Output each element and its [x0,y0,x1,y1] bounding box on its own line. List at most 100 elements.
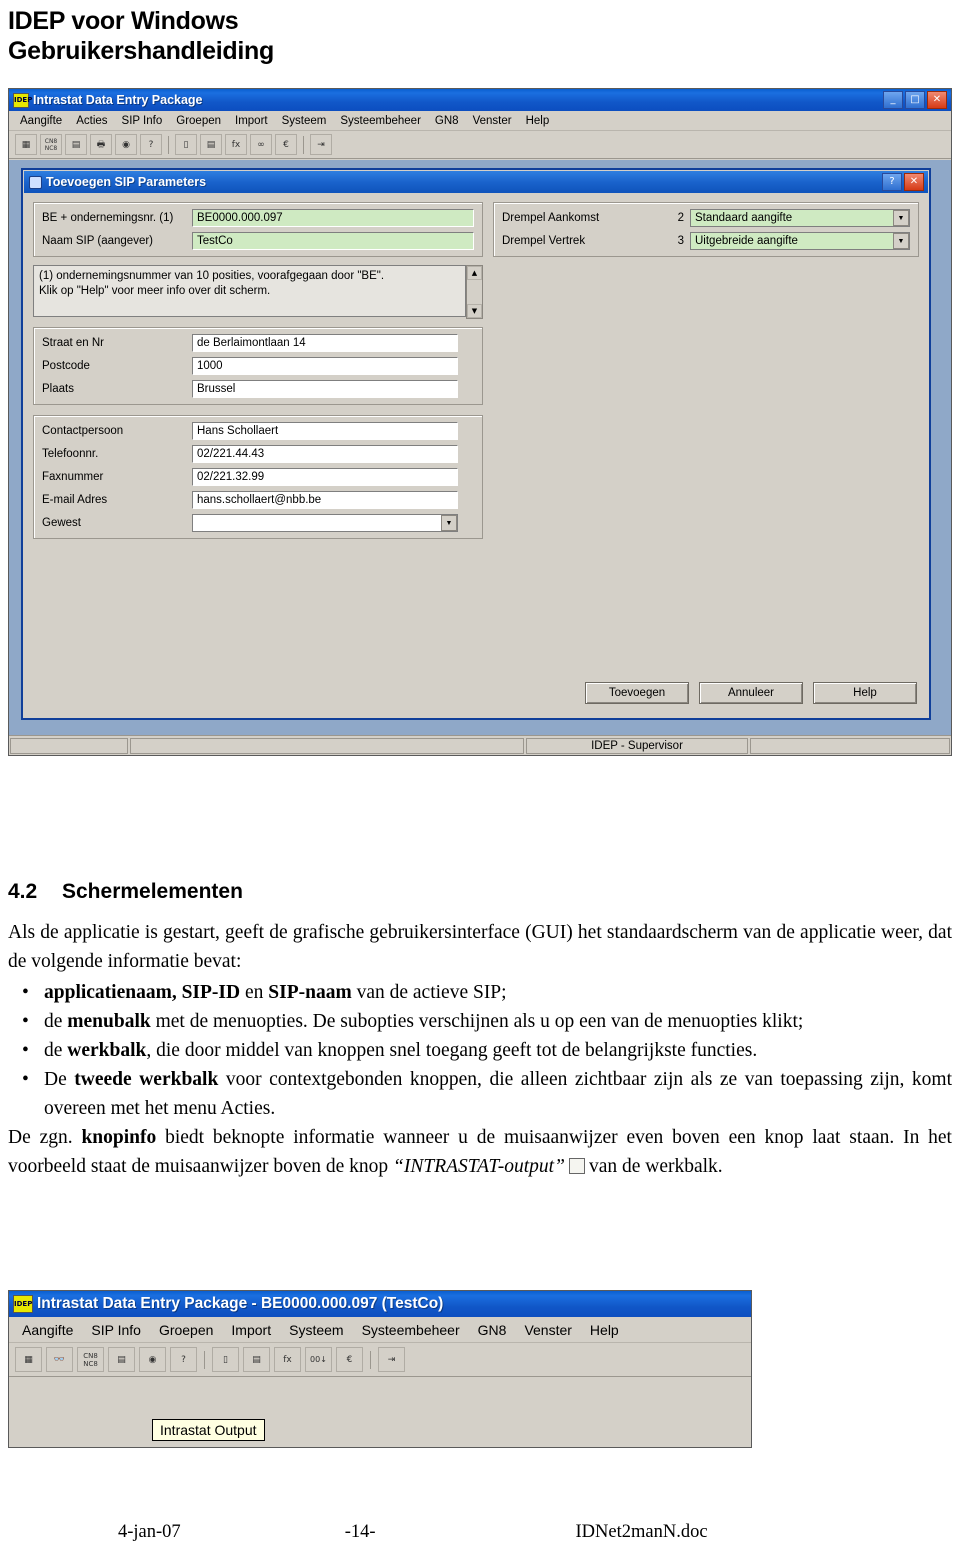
straat-label: Straat en Nr [42,337,104,349]
contactpersoon-input[interactable]: Hans Schollaert [192,422,458,440]
drempel-vertrek-select[interactable]: Uitgebreide aangifte ▼ [690,232,910,250]
scroll-down-icon[interactable]: ▼ [467,304,482,318]
tooltip-intrastat-output: Intrastat Output [152,1419,265,1441]
telefoon-input[interactable]: 02/221.44.43 [192,445,458,463]
chain-icon[interactable]: ∞ [250,134,272,155]
menu-item-systeembeheer[interactable]: Systeembeheer [353,1321,469,1339]
grid-icon[interactable]: ▦ [15,1347,42,1372]
menu-item-sip-info[interactable]: SIP Info [82,1321,150,1339]
menu-item-sip-info[interactable]: SIP Info [115,114,170,128]
menu-item-systeembeheer[interactable]: Systeembeheer [333,114,428,128]
menu-item-systeem[interactable]: Systeem [275,114,334,128]
export-icon[interactable]: ⇥ [378,1347,405,1372]
copy-icon[interactable]: ▯ [175,134,197,155]
field-row-fax: Faxnummer 02/221.32.99 [42,468,474,486]
drempel-aankomst-number: 2 [677,212,684,224]
field-row-naam-sip: Naam SIP (aangever) TestCo [42,232,474,250]
euro-icon[interactable]: € [336,1347,363,1372]
chevron-down-icon[interactable]: ▼ [893,233,909,249]
note-scrollbar[interactable]: ▲ ▼ [466,265,483,319]
contact-group: Contactpersoon Hans Schollaert Telefoonn… [33,415,483,539]
dialog-close-icon[interactable]: ✕ [904,173,924,191]
menu-item-import[interactable]: Import [228,114,275,128]
fx-icon[interactable]: fx [225,134,247,155]
menu-item-groepen[interactable]: Groepen [169,114,228,128]
field-row-telefoon: Telefoonnr. 02/221.44.43 [42,445,474,463]
page-footer: 4-jan-07 -14- IDNet2manN.doc [0,1522,960,1543]
bullet-item-3: de werkbalk, die door middel van knoppen… [8,1036,952,1065]
print-preview-icon[interactable]: ▤ [65,134,87,155]
fax-input[interactable]: 02/221.32.99 [192,468,458,486]
menu-item-help[interactable]: Help [581,1321,628,1339]
minimize-icon[interactable]: _ [883,91,903,109]
help-question-icon[interactable]: ? [170,1347,197,1372]
drempel-aankomst-select[interactable]: Standaard aangifte ▼ [690,209,910,227]
gewest-label: Gewest [42,517,81,529]
maximize-icon[interactable]: □ [905,91,925,109]
window-controls: _ □ ✕ [883,91,949,109]
bullet-3-pre: de [44,1040,68,1061]
euro-icon[interactable]: € [275,134,297,155]
menu-item-import[interactable]: Import [222,1321,280,1339]
bullet-item-1: applicatienaam, SIP-ID en SIP-naam van d… [8,978,952,1007]
bullet-4-pre: De [44,1069,75,1090]
dialog-help-icon[interactable]: ? [882,173,902,191]
footer-filename: IDNet2manN.doc [575,1522,708,1542]
menu-item-aangifte[interactable]: Aangifte [13,1321,82,1339]
print-preview-icon[interactable]: ▤ [108,1347,135,1372]
menu-item-acties[interactable]: Acties [69,114,114,128]
menu-item-venster[interactable]: Venster [466,114,519,128]
be-label: BE + ondernemingsnr. (1) [42,212,174,224]
plaats-input[interactable]: Brussel [192,380,458,398]
bullet-item-2: de menubalk met de menuopties. De subopt… [8,1007,952,1036]
grid-icon[interactable]: ▦ [15,134,37,155]
printer-icon[interactable]: 🖶 [90,134,112,155]
email-input[interactable]: hans.schollaert@nbb.be [192,491,458,509]
menu-item-gn8[interactable]: GN8 [469,1321,516,1339]
be-input[interactable]: BE0000.000.097 [192,209,474,227]
menubar-2: Aangifte SIP Info Groepen Import Systeem… [9,1317,751,1343]
footer-date: 4-jan-07 [118,1522,181,1542]
telefoon-label: Telefoonnr. [42,448,99,460]
straat-input[interactable]: de Berlaimontlaan 14 [192,334,458,352]
binoculars-icon[interactable]: 👓 [46,1347,73,1372]
gewest-select[interactable]: ▼ [192,514,458,532]
scroll-up-icon[interactable]: ▲ [467,266,482,280]
bullet-3-post: , die door middel van knoppen snel toega… [146,1040,758,1061]
help-question-icon[interactable]: ? [140,134,162,155]
menu-item-gn8[interactable]: GN8 [428,114,466,128]
annuleer-button[interactable]: Annuleer [699,682,803,704]
cn8-nc8-icon[interactable]: CN8 NC8 [77,1347,104,1372]
naam-sip-input[interactable]: TestCo [192,232,474,250]
chevron-down-icon[interactable]: ▼ [893,210,909,226]
fx-icon[interactable]: fx [274,1347,301,1372]
menu-item-venster[interactable]: Venster [515,1321,580,1339]
window-titlebar-2: IDEP Intrastat Data Entry Package - BE00… [9,1291,751,1317]
plaats-label: Plaats [42,383,74,395]
toevoegen-button[interactable]: Toevoegen [585,682,689,704]
menu-item-help[interactable]: Help [519,114,557,128]
calendar-icon[interactable]: ▤ [243,1347,270,1372]
intrastat-output-icon [568,1158,585,1174]
knopinfo-pre: De zgn. [8,1127,82,1148]
paste-icon[interactable]: ▤ [200,134,222,155]
bullet-1-bold: applicatienaam, SIP-ID [44,982,241,1003]
postcode-input[interactable]: 1000 [192,357,458,375]
window-title: Intrastat Data Entry Package [33,93,203,107]
camera-icon[interactable]: ◉ [115,134,137,155]
idep-logo-icon: IDEP [13,1295,33,1313]
oo-arrow-icon[interactable]: 00↓ [305,1347,332,1372]
camera-icon[interactable]: ◉ [139,1347,166,1372]
chevron-down-icon[interactable]: ▼ [441,515,457,531]
menu-item-groepen[interactable]: Groepen [150,1321,222,1339]
menu-item-aangifte[interactable]: Aangifte [13,114,69,128]
export-icon[interactable]: ⇥ [310,134,332,155]
close-icon[interactable]: ✕ [927,91,947,109]
drempel-vertrek-number: 3 [677,235,684,247]
bullet-4-bold: tweede werkbalk [74,1069,219,1090]
help-button[interactable]: Help [813,682,917,704]
cn8-nc8-icon[interactable]: CN8 NC8 [40,134,62,155]
menu-item-systeem[interactable]: Systeem [280,1321,352,1339]
toolbar-separator-2 [303,135,304,154]
copy-icon[interactable]: ▯ [212,1347,239,1372]
